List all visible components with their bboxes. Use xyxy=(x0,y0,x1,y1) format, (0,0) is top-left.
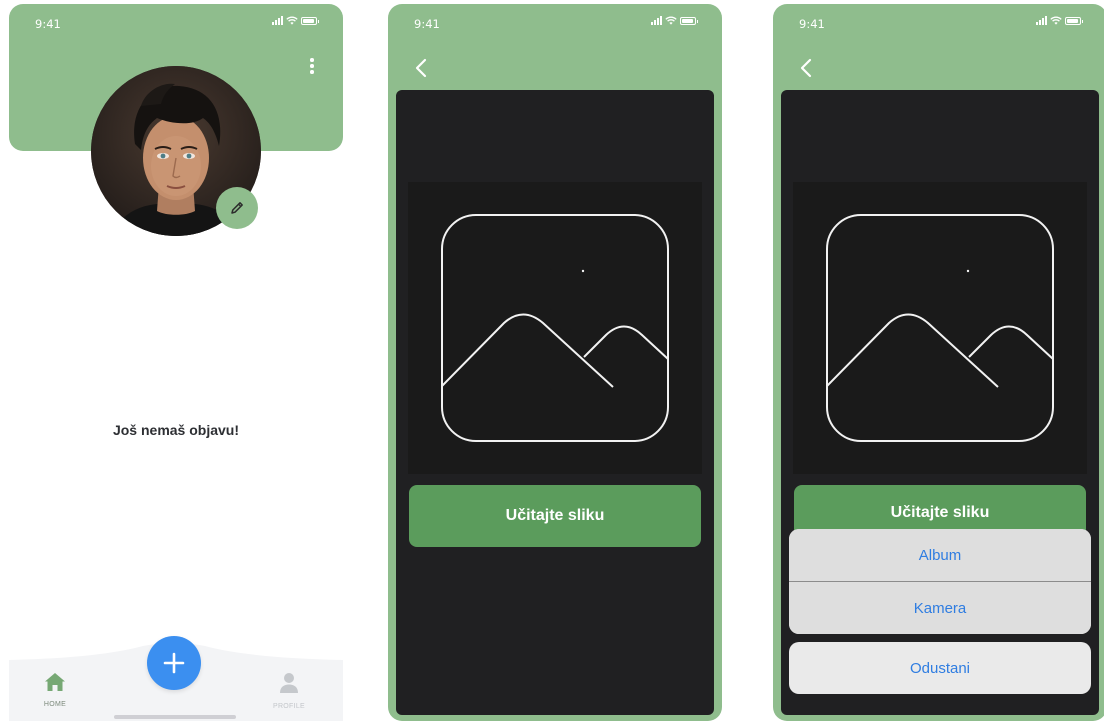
upload-screen: 9:41 Učitajte sliku xyxy=(388,4,722,721)
edit-avatar-button[interactable] xyxy=(216,187,258,229)
nav-profile-tab[interactable]: PROFILE xyxy=(266,672,312,710)
app-screens: 9:41 Još nemaš objavu! HOME PROFILE 9:41… xyxy=(0,0,1104,723)
add-post-button[interactable] xyxy=(147,636,201,690)
signal-icon xyxy=(651,16,662,25)
battery-icon xyxy=(1065,16,1083,25)
image-upload-panel: Učitajte sliku xyxy=(396,90,714,715)
signal-icon xyxy=(1036,16,1047,25)
status-bar: 9:41 xyxy=(773,4,1104,40)
wifi-icon xyxy=(286,16,298,25)
home-icon xyxy=(45,673,65,691)
action-sheet: Album Kamera xyxy=(789,529,1091,634)
signal-icon xyxy=(272,16,283,25)
status-bar: 9:41 xyxy=(9,4,343,40)
nav-home-tab[interactable]: HOME xyxy=(35,672,75,708)
profile-screen: 9:41 Još nemaš objavu! HOME PROFILE xyxy=(9,4,343,721)
status-time: 9:41 xyxy=(414,17,440,31)
back-arrow-icon[interactable] xyxy=(797,56,817,80)
user-icon xyxy=(280,673,298,693)
nav-profile-label: PROFILE xyxy=(272,703,306,710)
home-indicator xyxy=(114,715,236,719)
action-sheet-album[interactable]: Album xyxy=(789,529,1091,581)
nav-home-label: HOME xyxy=(43,701,67,708)
upload-options-screen: 9:41 Učitajte sliku Album Kamera Odustan… xyxy=(773,4,1104,721)
wifi-icon xyxy=(1050,16,1062,25)
wifi-icon xyxy=(665,16,677,25)
plus-icon xyxy=(163,652,185,674)
back-arrow-icon[interactable] xyxy=(412,56,432,80)
status-icons xyxy=(1036,16,1083,25)
empty-posts-message: Još nemaš objavu! xyxy=(112,422,240,438)
status-time: 9:41 xyxy=(35,17,61,31)
action-sheet-cancel-button[interactable]: Odustani xyxy=(789,642,1091,694)
action-sheet-camera[interactable]: Kamera xyxy=(789,582,1091,634)
more-options-icon[interactable] xyxy=(305,56,319,80)
status-bar: 9:41 xyxy=(388,4,722,40)
image-preview[interactable] xyxy=(793,182,1087,474)
battery-icon xyxy=(301,16,319,25)
image-preview[interactable] xyxy=(408,182,702,474)
status-icons xyxy=(272,16,319,25)
image-placeholder-icon xyxy=(441,214,669,442)
pencil-icon xyxy=(231,202,243,214)
image-placeholder-icon xyxy=(826,214,1054,442)
upload-image-label: Učitajte sliku xyxy=(890,504,990,521)
battery-icon xyxy=(680,16,698,25)
status-time: 9:41 xyxy=(799,17,825,31)
status-icons xyxy=(651,16,698,25)
upload-image-button[interactable]: Učitajte sliku xyxy=(409,485,701,547)
